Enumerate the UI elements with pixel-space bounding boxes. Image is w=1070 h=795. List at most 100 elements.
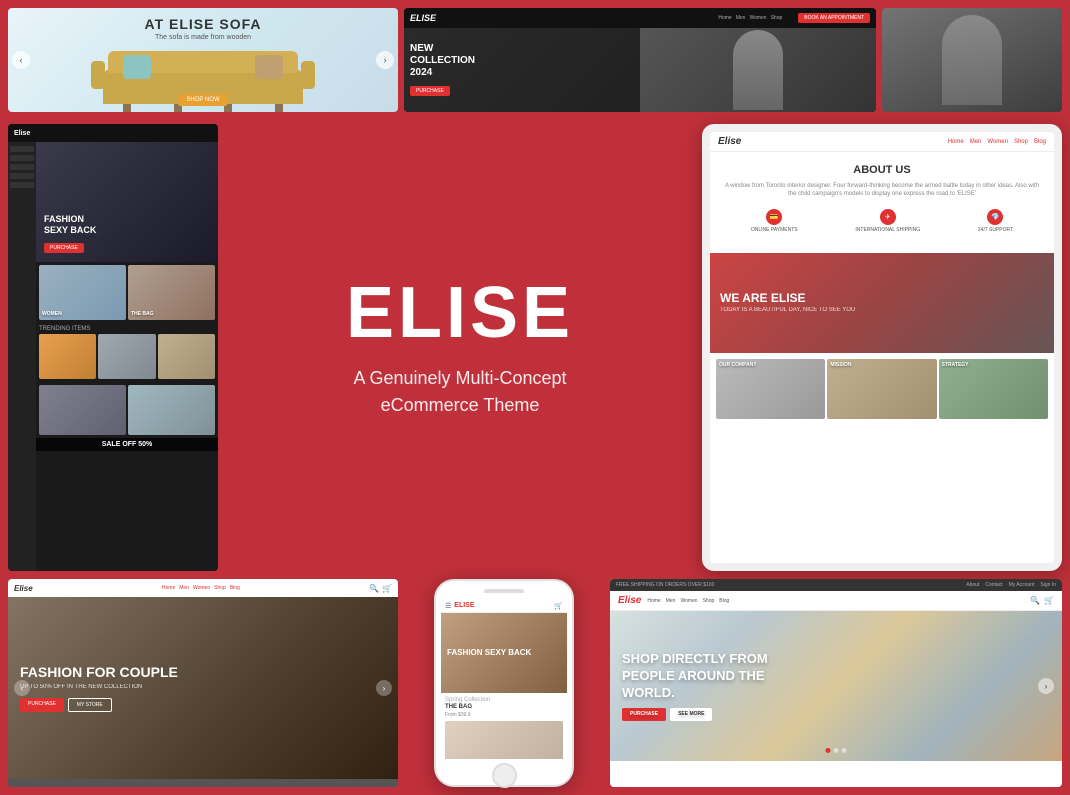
- bottom-items-row: [36, 382, 218, 438]
- dark-nav-item: Men: [736, 15, 746, 21]
- sidebar-item: [10, 155, 34, 161]
- couple-next-arrow[interactable]: ›: [376, 680, 392, 696]
- sidebar-item: [10, 182, 34, 188]
- sign-in-link[interactable]: Sign In: [1040, 582, 1056, 588]
- eco-dot-3: [842, 748, 847, 753]
- tablet-nav-home[interactable]: Home: [948, 139, 964, 145]
- couple-nav-shop[interactable]: Shop: [214, 585, 226, 591]
- sofa-leg: [123, 104, 131, 112]
- tablet-screen: Elise Home Men Women Shop Blog ABOUT US …: [710, 132, 1054, 563]
- book-appointment-button[interactable]: BOOK AN APPOINTMENT: [798, 13, 870, 23]
- dark-nav-item: Women: [749, 15, 766, 21]
- eco-search-icon[interactable]: 🔍: [1030, 596, 1040, 605]
- phone-product-name: THE BAG: [445, 704, 563, 710]
- eco-seemore-button[interactable]: SEE MORE: [670, 708, 712, 721]
- tablet-nav-women[interactable]: Women: [987, 139, 1008, 145]
- bag-label: THE BAG: [131, 311, 154, 317]
- tablet-feature-payments: 💳 ONLINE PAYMENTS: [751, 209, 798, 233]
- fashion-sidebar: [8, 142, 36, 571]
- trending-item: [39, 334, 96, 379]
- couple-buttons: PURCHASE MY STORE: [20, 698, 178, 712]
- couple-nav: Elise Home Men Women Shop Blog 🔍 🛒: [8, 579, 398, 597]
- women-label: WOMEN: [42, 311, 62, 317]
- tablet-section-strategy: STRATEGY: [939, 359, 1048, 419]
- eco-nav-shop[interactable]: Shop: [703, 598, 715, 604]
- women-item: WOMEN: [39, 265, 126, 320]
- center-brand: ELISE A Genuinely Multi-Concept eCommerc…: [224, 124, 696, 571]
- couple-purchase-button[interactable]: PURCHASE: [20, 698, 64, 712]
- next-arrow-button[interactable]: ›: [376, 51, 394, 69]
- fashion-purchase-btn[interactable]: PURCHASE: [44, 243, 84, 253]
- ecommerce-nav: Elise Home Men Women Shop Blog 🔍 🛒: [610, 591, 1062, 611]
- couple-hero: FASHION FOR COUPLE UP TO 50% OFF IN THE …: [8, 597, 398, 779]
- ecommerce-demo-card: FREE SHIPPING ON ORDERS OVER $100 About …: [610, 579, 1062, 787]
- dark-nav: Home Men Women Shop: [718, 15, 782, 21]
- phone-home-button[interactable]: [492, 763, 517, 788]
- contact-link[interactable]: Contact: [985, 582, 1002, 588]
- tablet-nav-links: Home Men Women Shop Blog: [948, 139, 1046, 145]
- shop-now-button[interactable]: SHOP NOW: [178, 94, 227, 106]
- brand-tagline-1: A Genuinely Multi-Concept: [353, 368, 566, 388]
- dark-logo: ELISE: [410, 13, 436, 23]
- fashion-hero-title: FASHIONSEXY BACK: [44, 214, 96, 236]
- fashion-main: FASHIONSEXY BACK PURCHASE WOMEN THE BAG …: [36, 142, 218, 571]
- couple-nav-home[interactable]: Home: [162, 585, 175, 591]
- furniture-title: AT ELISE SOFA: [8, 16, 398, 32]
- brand-tagline: A Genuinely Multi-Concept eCommerce Them…: [353, 365, 566, 419]
- tablet-nav-men[interactable]: Men: [970, 139, 982, 145]
- tablet-logo: Elise: [718, 136, 741, 147]
- brand-tagline-2: eCommerce Theme: [381, 395, 540, 415]
- phone-screen: ☰ ELISE 🛒 FASHION SEXY BACK Spring Colle…: [441, 599, 567, 759]
- sofa-arm-right: [301, 61, 315, 89]
- fashion-demo-card: Elise FASHIONSEXY BACK PURCHASE: [8, 124, 218, 571]
- phone-demo: ☰ ELISE 🛒 FASHION SEXY BACK Spring Colle…: [404, 579, 604, 787]
- tablet-demo: Elise Home Men Women Shop Blog ABOUT US …: [702, 124, 1062, 571]
- eco-nav-women[interactable]: Women: [680, 598, 697, 604]
- couple-nav-men[interactable]: Men: [179, 585, 189, 591]
- about-link[interactable]: About: [966, 582, 979, 588]
- ecommerce-hero-text: SHOP DIRECTLY FROM PEOPLE AROUND THE WOR…: [610, 639, 810, 732]
- couple-nav-blog[interactable]: Blog: [230, 585, 240, 591]
- phone-nav: ☰ ELISE 🛒: [441, 599, 567, 613]
- tablet-sections-row: OUR COMPANY MISSION STRATEGY: [710, 353, 1054, 425]
- couple-nav-women[interactable]: Women: [193, 585, 210, 591]
- fashion-hero: FASHIONSEXY BACK PURCHASE: [36, 142, 218, 262]
- eco-nav-blog[interactable]: Blog: [719, 598, 729, 604]
- cart-icon[interactable]: 🛒: [382, 584, 392, 593]
- trending-label: TRENDING ITEMS: [39, 326, 215, 332]
- eco-nav-men[interactable]: Men: [666, 598, 676, 604]
- couple-logo: Elise: [14, 584, 33, 593]
- dark-model-image: [640, 28, 876, 112]
- eco-nav-home[interactable]: Home: [647, 598, 660, 604]
- sale-banner: SALE OFF 50%: [36, 438, 218, 451]
- eco-next-arrow[interactable]: ›: [1038, 678, 1054, 694]
- dark-purchase-button[interactable]: PURCHASE: [410, 86, 450, 96]
- phone-cart-icon[interactable]: 🛒: [554, 602, 563, 610]
- sidebar-item: [10, 164, 34, 170]
- eco-cart-icon[interactable]: 🛒: [1044, 596, 1054, 605]
- sidebar-item: [10, 146, 34, 152]
- bottom-row: Elise Home Men Women Shop Blog 🔍 🛒 FASHI…: [0, 575, 1070, 795]
- sidebar-item: [10, 173, 34, 179]
- top-bar-links: About Contact My Account Sign In: [966, 582, 1056, 588]
- my-account-link[interactable]: My Account: [1009, 582, 1035, 588]
- we-are-title: WE ARE ELISE: [720, 291, 855, 307]
- payments-label: ONLINE PAYMENTS: [751, 227, 798, 233]
- phone-product-image: [445, 721, 563, 759]
- couple-store-button[interactable]: MY STORE: [68, 698, 112, 712]
- couple-hero-text: FASHION FOR COUPLE UP TO 50% OFF IN THE …: [8, 652, 190, 725]
- prev-arrow-button[interactable]: ‹: [12, 51, 30, 69]
- dark-nav-item: Shop: [771, 15, 783, 21]
- phone-frame: ☰ ELISE 🛒 FASHION SEXY BACK Spring Colle…: [434, 579, 574, 787]
- fashion-sidebar-layout: FASHIONSEXY BACK PURCHASE WOMEN THE BAG …: [8, 142, 218, 571]
- fashion-hero-text: FASHIONSEXY BACK PURCHASE: [44, 214, 96, 254]
- search-icon[interactable]: 🔍: [369, 584, 379, 593]
- tablet-nav-shop[interactable]: Shop: [1014, 139, 1028, 145]
- ecommerce-top-bar: FREE SHIPPING ON ORDERS OVER $100 About …: [610, 579, 1062, 591]
- brand-title: ELISE: [346, 277, 574, 349]
- couple-subtitle: UP TO 50% OFF IN THE NEW COLLECTION: [20, 684, 178, 690]
- eco-purchase-button[interactable]: PURCHASE: [622, 708, 666, 721]
- tablet-nav-blog[interactable]: Blog: [1034, 139, 1046, 145]
- couple-prev-arrow[interactable]: ‹: [14, 680, 30, 696]
- hamburger-icon[interactable]: ☰: [445, 602, 451, 610]
